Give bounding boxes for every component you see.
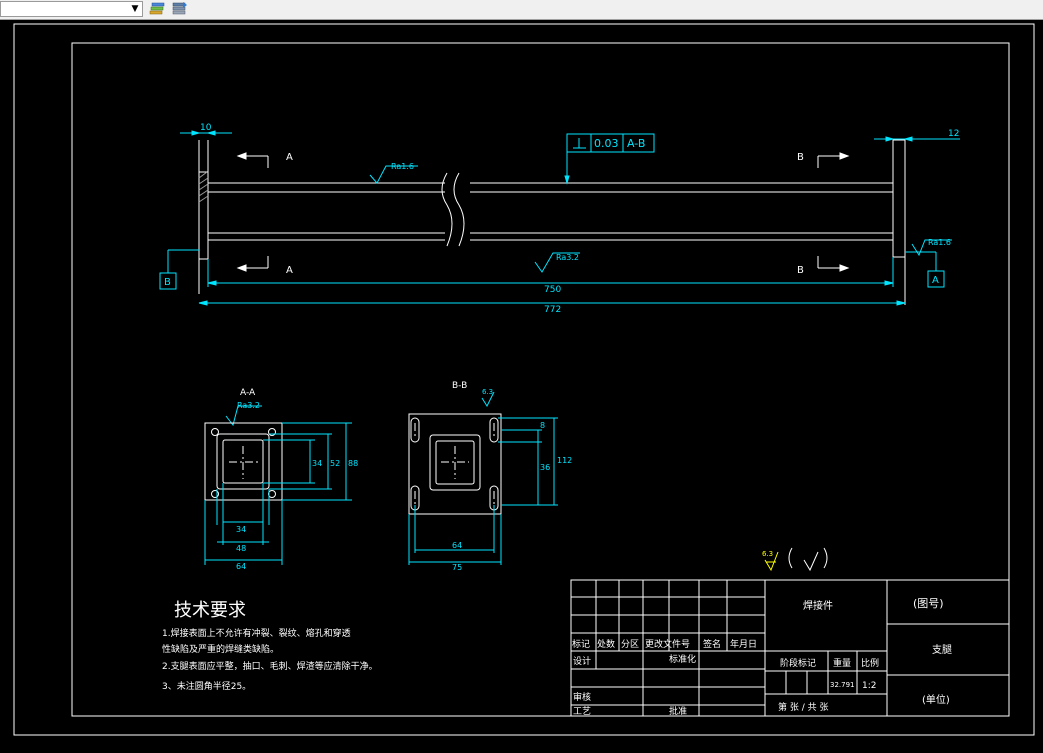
tolerance-value: 0.03	[594, 137, 619, 150]
tb-part-name: 支腿	[932, 644, 952, 656]
chevron-down-icon[interactable]: ▼	[129, 2, 141, 16]
section-a-dim-48: 48	[236, 544, 246, 553]
notes-line-4: 3、未注圆角半径25。	[162, 680, 251, 692]
dim-inner-length: 750	[544, 285, 561, 295]
section-a-dim-34-right: 34	[312, 459, 322, 468]
technical-notes: 技术要求 1.焊接表面上不允许有冲裂、裂纹、熔孔和穿透 性缺陷及严重的焊缝类缺陷…	[162, 600, 378, 692]
section-a-dim-88: 88	[348, 459, 358, 468]
section-label-a-top: A	[286, 152, 293, 163]
roughness-bottom-middle: Ra3.2	[556, 253, 579, 262]
section-b-view: B-B 6.3 64 75 8 36 112	[408, 381, 572, 572]
tb-drawing-number: (图号)	[913, 597, 944, 610]
datum-right: A	[932, 275, 939, 286]
tb-change-doc: 更改文件号	[645, 638, 690, 650]
tb-sign: 签名	[703, 638, 721, 650]
tb-count: 处数	[597, 638, 615, 650]
tb-design: 设计	[573, 655, 591, 667]
section-label-b-bottom: B	[797, 265, 804, 276]
section-label-b-top: B	[797, 152, 804, 163]
section-a-dim-52: 52	[330, 459, 340, 468]
notes-line-2: 性缺陷及严重的焊缝类缺陷。	[162, 643, 279, 655]
section-a-dim-34-bottom: 34	[236, 525, 246, 534]
dim-top-left: 10	[200, 123, 212, 133]
toolbar: ▼	[0, 0, 1043, 20]
dim-overall-length: 772	[544, 305, 561, 315]
tb-zone: 分区	[621, 639, 639, 650]
layer-previous-icon[interactable]	[170, 1, 188, 17]
section-b-dim-8: 8	[540, 421, 545, 430]
tb-date: 年月日	[730, 638, 757, 650]
tb-review: 审核	[573, 691, 591, 703]
front-view	[198, 139, 906, 305]
notes-line-3: 2.支腿表面应平整，抽口、毛刺、焊渣等应清除干净。	[162, 660, 378, 672]
tb-process: 工艺	[573, 706, 591, 717]
tb-mark: 标记	[572, 638, 590, 650]
tb-weight-label: 重量	[833, 657, 851, 669]
notes-title: 技术要求	[174, 600, 246, 621]
section-b-dim-36: 36	[540, 463, 550, 472]
drawing-canvas[interactable]: A A B B 10 12 750 772 B A 0.03 A-B Ra1.6…	[0, 20, 1043, 749]
layer-dropdown[interactable]: ▼	[0, 1, 143, 17]
section-a-roughness: Ra3.2	[237, 401, 260, 410]
tolerance-datum: A-B	[627, 137, 645, 150]
section-b-dim-75: 75	[452, 563, 462, 572]
tb-stage-mark: 阶段标记	[780, 657, 816, 669]
tb-unit: (单位)	[922, 693, 950, 706]
tb-weight-value: 32.791	[830, 681, 855, 689]
section-b-dim-64: 64	[452, 541, 462, 550]
section-b-dim-112: 112	[557, 456, 572, 465]
general-roughness-value: 6.3	[762, 550, 773, 558]
section-b-title: B-B	[452, 381, 467, 391]
tb-standardize: 标准化	[669, 653, 696, 665]
tb-scale-label: 比例	[861, 657, 879, 669]
dim-top-right: 12	[948, 129, 959, 139]
roughness-right-end: Ra1.6	[928, 238, 951, 247]
datum-left: B	[164, 277, 171, 288]
section-a-dim-64: 64	[236, 562, 246, 571]
layer-properties-icon[interactable]	[148, 1, 166, 17]
tb-material: 焊接件	[803, 599, 833, 612]
tb-approve: 批准	[669, 705, 687, 717]
tb-sheets: 第 张 / 共 张	[778, 701, 828, 713]
notes-line-1: 1.焊接表面上不允许有冲裂、裂纹、熔孔和穿透	[162, 627, 351, 639]
status-bar	[0, 741, 1043, 749]
section-a-title: A-A	[240, 388, 256, 398]
section-label-a-bottom: A	[286, 265, 293, 276]
section-b-roughness: 6.3	[482, 388, 493, 396]
tb-scale-value: 1:2	[862, 681, 876, 691]
section-a-view: A-A Ra3.2 34 48 64 34 52 88	[204, 388, 358, 571]
roughness-top-left: Ra1.6	[391, 162, 414, 171]
general-roughness-symbol: 6.3	[762, 547, 828, 572]
